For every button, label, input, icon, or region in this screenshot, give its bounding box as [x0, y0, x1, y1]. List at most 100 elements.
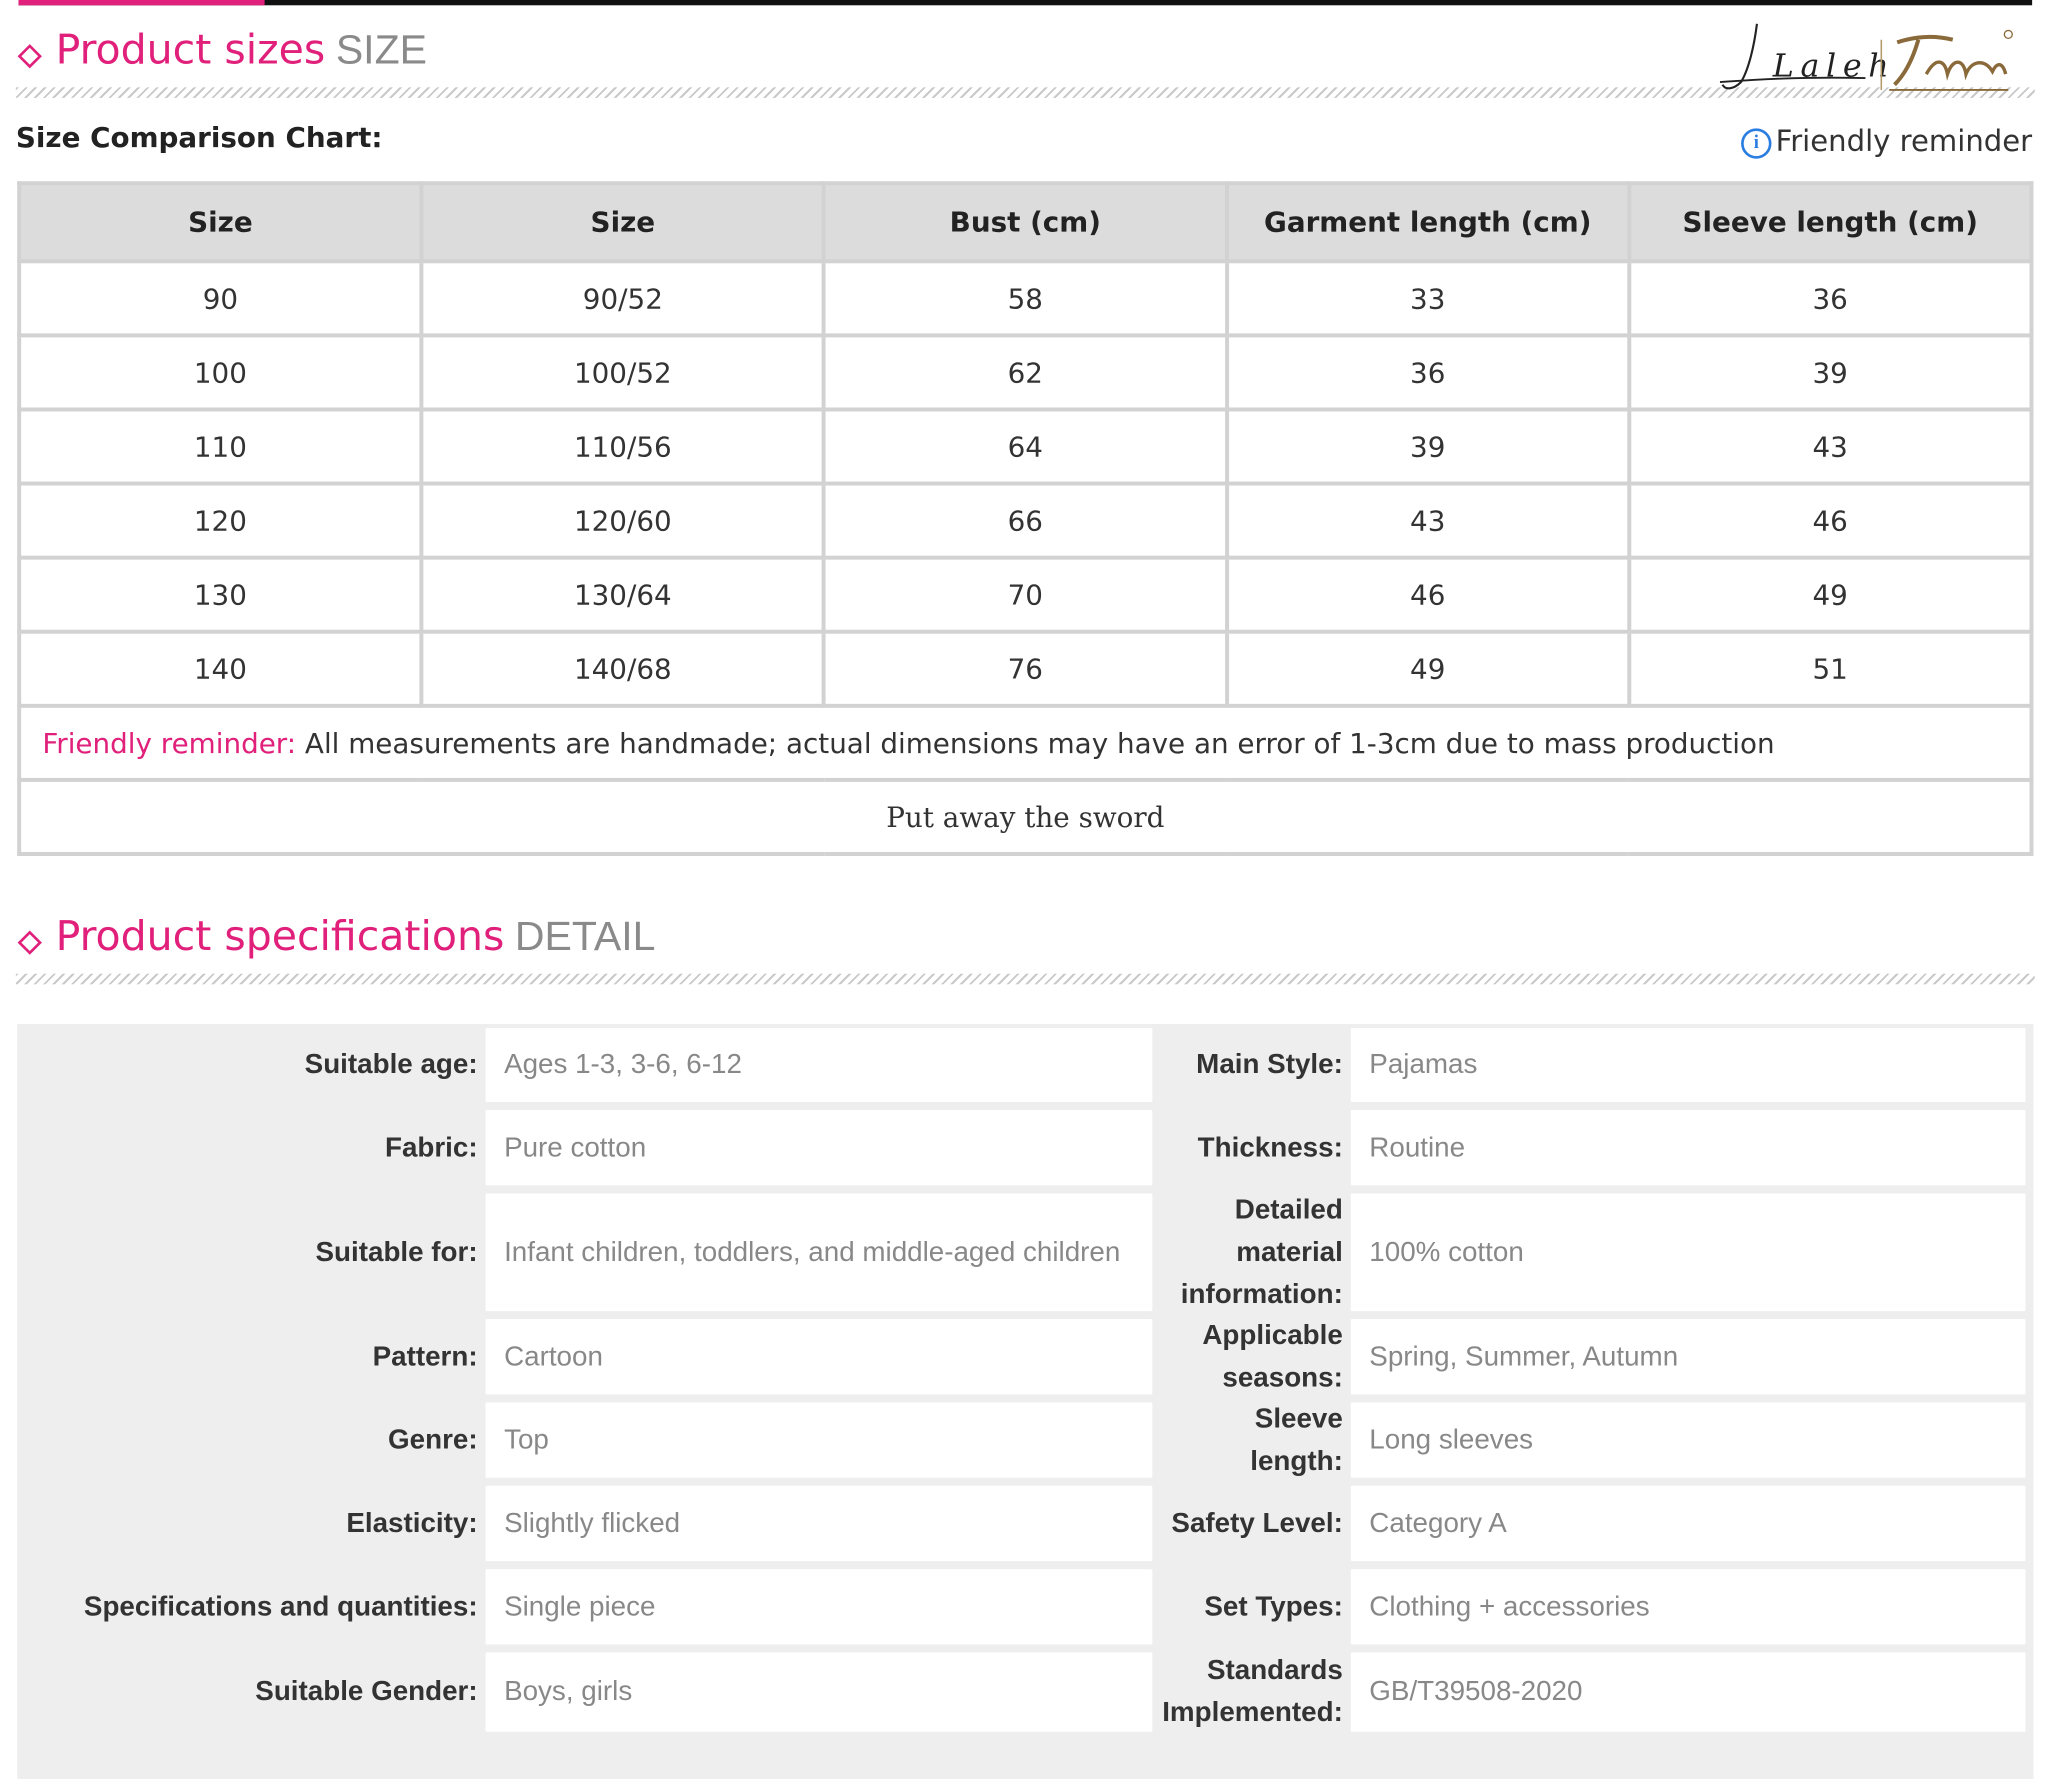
- spec-label: Sleeve length:: [1250, 1403, 1343, 1476]
- spec-label: Suitable Gender:: [255, 1676, 478, 1707]
- hatch-divider: [15, 973, 2035, 985]
- page: Product sizes SIZE Laleh Size Comparison …: [0, 0, 2048, 1779]
- cell-size-detail: 90/52: [419, 259, 827, 338]
- spec-label: Main Style:: [1196, 1049, 1343, 1080]
- cell-bust: 64: [822, 407, 1229, 486]
- spec-section-title: Product specifications DETAIL: [55, 912, 656, 961]
- size-note: Friendly reminder: All measurements are …: [17, 703, 2034, 782]
- spec-grid: Suitable age: Ages 1-3, 3-6, 6-12 Main Sty…: [17, 1024, 2033, 1736]
- diamond-icon: [17, 44, 42, 69]
- spec-value: 100% cotton: [1350, 1193, 2026, 1312]
- spec-label: Suitable for:: [315, 1236, 478, 1267]
- cell-bust: 70: [822, 555, 1229, 634]
- spec-label: Pattern:: [372, 1340, 478, 1372]
- spec-section-header: Product specifications DETAIL: [15, 912, 2035, 992]
- spec-value: Clothing + accessories: [1350, 1569, 2026, 1645]
- diamond-icon: [17, 930, 42, 955]
- cell-sleeve-length: 49: [1626, 555, 2034, 634]
- cell-garment-length: 39: [1224, 407, 1631, 486]
- cell-size-detail: 120/60: [419, 481, 827, 560]
- spec-value: Top: [485, 1402, 1153, 1478]
- top-border: [18, 0, 2033, 6]
- cell-size: 120: [17, 481, 424, 560]
- size-note-text: All measurements are handmade; actual di…: [296, 726, 1775, 759]
- cell-size: 110: [17, 407, 424, 486]
- spec-label: Thickness:: [1197, 1131, 1343, 1163]
- header-bust: Bust (cm): [822, 181, 1229, 264]
- spec-value: Ages 1-3, 3-6, 6-12: [485, 1027, 1153, 1103]
- cell-size-detail: 140/68: [419, 629, 827, 708]
- spec-label: Specifications and quantities:: [83, 1590, 478, 1622]
- cell-bust: 62: [822, 333, 1229, 412]
- cell-garment-length: 49: [1224, 629, 1631, 708]
- slogan: Put away the sword: [17, 777, 2034, 856]
- spec-label: Fabric:: [384, 1131, 478, 1163]
- table-row: 120 120/60 66 43 46: [17, 481, 2034, 560]
- spec-value: Cartoon: [485, 1319, 1153, 1395]
- spec-section-title-en: DETAIL: [514, 912, 656, 960]
- spec-value: Single piece: [485, 1569, 1153, 1645]
- header-size: Size: [17, 181, 424, 264]
- cell-sleeve-length: 39: [1626, 333, 2034, 412]
- slogan-row: Put away the sword: [17, 777, 2034, 856]
- cell-garment-length: 46: [1224, 555, 1631, 634]
- table-row: 100 100/52 62 36 39: [17, 333, 2034, 412]
- cell-size: 130: [17, 555, 424, 634]
- cell-size-detail: 110/56: [419, 407, 827, 486]
- spec-value: GB/T39508-2020: [1350, 1652, 2026, 1732]
- header-sleeve-length: Sleeve length (cm): [1626, 181, 2034, 264]
- spec-value: Category A: [1350, 1485, 2026, 1562]
- cell-size-detail: 100/52: [419, 333, 827, 412]
- cell-bust: 66: [822, 481, 1229, 560]
- table-row: 110 110/56 64 39 43: [17, 407, 2034, 486]
- cell-garment-length: 33: [1224, 259, 1631, 338]
- cell-size-detail: 130/64: [419, 555, 827, 634]
- spec-value: Long sleeves: [1350, 1402, 2026, 1478]
- cell-size: 140: [17, 629, 424, 708]
- friendly-reminder-label: Friendly reminder: [1775, 125, 2033, 159]
- cell-sleeve-length: 36: [1626, 259, 2034, 338]
- spec-label: Safety Level:: [1171, 1507, 1343, 1538]
- header-size-detail: Size: [419, 181, 827, 264]
- spec-label: Detailed material information:: [1180, 1194, 1343, 1310]
- spec-panel: Suitable age: Ages 1-3, 3-6, 6-12 Main Sty…: [17, 1024, 2034, 1779]
- spec-value: Infant children, toddlers, and middle-ag…: [485, 1193, 1153, 1312]
- cell-sleeve-length: 46: [1626, 481, 2034, 560]
- size-chart-title: Size Comparison Chart:: [15, 121, 383, 154]
- table-row: 130 130/64 70 46 49: [17, 555, 2034, 634]
- logo-signature: Laleh: [1772, 49, 1895, 85]
- table-row: 90 90/52 58 33 36: [17, 259, 2034, 338]
- spec-value: Spring, Summer, Autumn: [1350, 1319, 2026, 1395]
- spec-value: Pajamas: [1350, 1027, 2026, 1103]
- spec-label: Applicable seasons:: [1202, 1319, 1343, 1393]
- friendly-reminder-link[interactable]: i Friendly reminder: [1741, 124, 2033, 159]
- info-icon: i: [1741, 128, 1772, 159]
- cell-garment-length: 43: [1224, 481, 1631, 560]
- spec-label: Genre:: [388, 1424, 478, 1455]
- spec-value: Slightly flicked: [485, 1485, 1153, 1562]
- cell-sleeve-length: 43: [1626, 407, 2034, 486]
- cell-size: 90: [17, 259, 424, 338]
- cell-bust: 58: [822, 259, 1229, 338]
- spec-label: Standards Implemented:: [1162, 1655, 1343, 1728]
- cell-sleeve-length: 51: [1626, 629, 2034, 708]
- cell-size: 100: [17, 333, 424, 412]
- spec-label: Elasticity:: [346, 1507, 478, 1538]
- size-note-row: Friendly reminder: All measurements are …: [17, 703, 2034, 782]
- size-section-title: Product sizes SIZE: [55, 26, 427, 75]
- top-border-accent: [18, 0, 265, 6]
- cell-bust: 76: [822, 629, 1229, 708]
- spec-value: Boys, girls: [485, 1652, 1153, 1732]
- spec-value: Routine: [1350, 1109, 2026, 1186]
- size-section-title-en: SIZE: [335, 26, 427, 73]
- size-table: Size Size Bust (cm) Garment length (cm) …: [17, 181, 2034, 856]
- spec-value: Pure cotton: [485, 1109, 1153, 1186]
- spec-label: Suitable age:: [304, 1049, 478, 1080]
- size-note-label: Friendly reminder:: [42, 726, 297, 759]
- spec-label: Set Types:: [1204, 1590, 1343, 1622]
- cell-garment-length: 36: [1224, 333, 1631, 412]
- table-row: 140 140/68 76 49 51: [17, 629, 2034, 708]
- size-table-header-row: Size Size Bust (cm) Garment length (cm) …: [17, 181, 2034, 264]
- header-garment-length: Garment length (cm): [1224, 181, 1631, 264]
- brand-logo: Laleh: [1719, 23, 2013, 91]
